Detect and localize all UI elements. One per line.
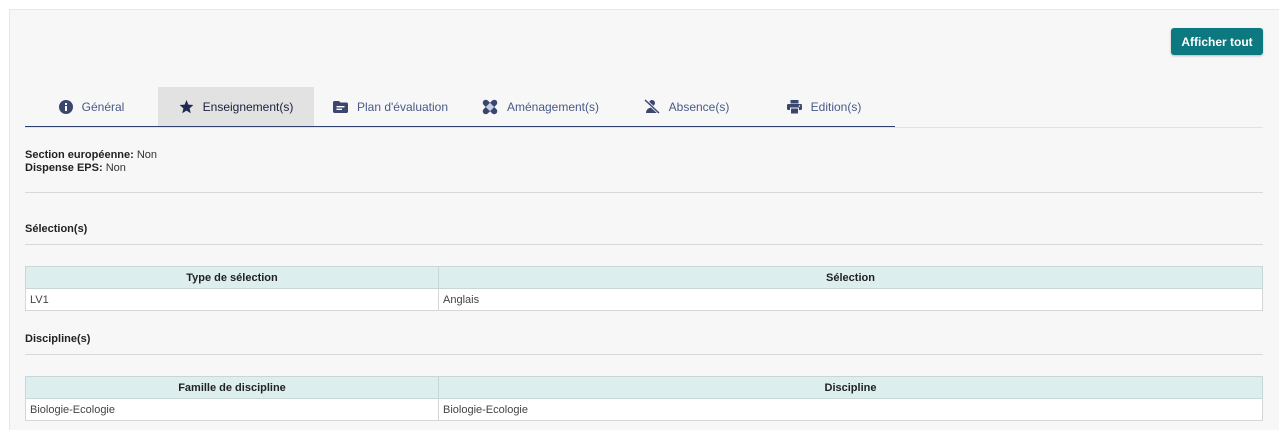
tab-label: Plan d'évaluation	[356, 99, 449, 114]
tab-general[interactable]: Général	[25, 87, 158, 126]
table-header-row: Type de sélection Sélection	[25, 266, 1263, 289]
info-circle-icon	[58, 99, 73, 114]
table-row: LV1 Anglais	[25, 288, 1263, 311]
divider	[25, 354, 1263, 355]
show-all-button[interactable]: Afficher tout	[1171, 28, 1263, 55]
tab-label: Enseignement(s)	[202, 99, 294, 114]
tab-bar: Général Enseignement(s) Plan d'évaluatio…	[25, 87, 895, 127]
disciplines-title: Discipline(s)	[25, 333, 91, 345]
student-info: Section européenne: Non Dispense EPS: No…	[25, 149, 157, 175]
section-europeenne-label: Section européenne:	[25, 149, 134, 161]
tab-label: Edition(s)	[810, 99, 862, 114]
main-panel	[9, 9, 1279, 430]
table-cell: Biologie-Ecologie	[25, 398, 439, 421]
tab-plan-evaluation[interactable]: Plan d'évaluation	[314, 87, 467, 126]
dispense-eps-label: Dispense EPS:	[25, 162, 103, 174]
person-off-icon	[643, 99, 660, 114]
tab-editions[interactable]: Edition(s)	[759, 87, 889, 126]
tab-label: Aménagement(s)	[506, 99, 600, 114]
dispense-eps-row: Dispense EPS: Non	[25, 162, 157, 175]
dispense-eps-value: Non	[105, 162, 126, 174]
disciplines-table: Famille de discipline Discipline Biologi…	[25, 376, 1263, 421]
section-europeenne-value: Non	[136, 149, 158, 161]
section-europeenne-row: Section européenne: Non	[25, 149, 157, 162]
divider	[25, 244, 1263, 245]
table-cell: Biologie-Ecologie	[438, 398, 1263, 421]
tab-absences[interactable]: Absence(s)	[614, 87, 759, 126]
tab-label: Général	[81, 99, 125, 114]
selections-table: Type de sélection Sélection LV1 Anglais	[25, 266, 1263, 311]
column-header-selection[interactable]: Sélection	[438, 266, 1263, 289]
star-icon	[179, 99, 194, 113]
folder-list-icon	[332, 100, 348, 113]
tab-enseignements[interactable]: Enseignement(s)	[158, 87, 314, 126]
tab-amenagements[interactable]: Aménagement(s)	[467, 87, 614, 126]
table-cell: LV1	[25, 288, 439, 311]
table-row: Biologie-Ecologie Biologie-Ecologie	[25, 398, 1263, 421]
column-header-discipline[interactable]: Discipline	[438, 376, 1263, 399]
selections-title: Sélection(s)	[25, 223, 88, 235]
tabs-divider	[25, 127, 1263, 128]
bandage-icon	[482, 99, 498, 114]
tab-label: Absence(s)	[668, 99, 730, 114]
divider	[25, 192, 1263, 193]
column-header-famille-discipline[interactable]: Famille de discipline	[25, 376, 439, 399]
table-cell: Anglais	[438, 288, 1263, 311]
table-header-row: Famille de discipline Discipline	[25, 376, 1263, 399]
column-header-type-selection[interactable]: Type de sélection	[25, 266, 439, 289]
printer-icon	[786, 99, 802, 114]
